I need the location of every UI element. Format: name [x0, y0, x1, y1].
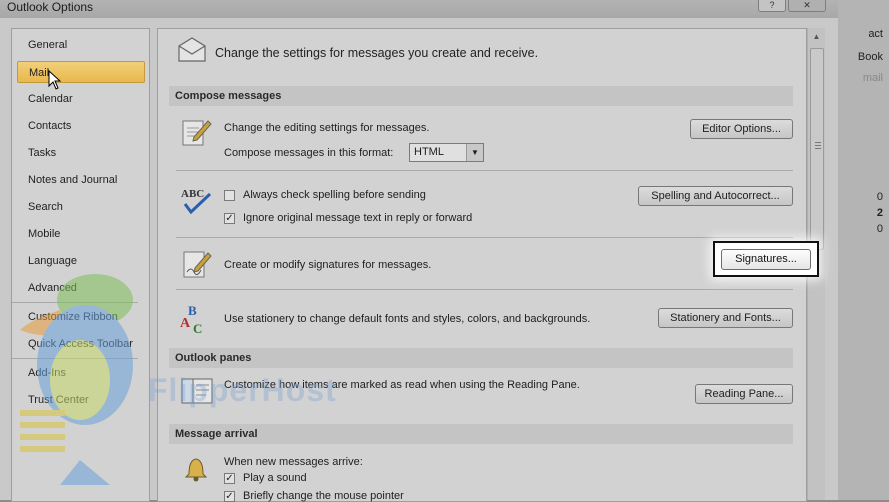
ignore-original-label: Ignore original message text in reply or… [243, 212, 473, 224]
sidebar-divider [12, 302, 138, 303]
reading-pane-button[interactable]: Reading Pane... [695, 384, 793, 404]
section-header-compose: Compose messages [169, 86, 793, 106]
compose-format-value: HTML [414, 146, 444, 158]
spell-check-label: Always check spelling before sending [243, 189, 426, 201]
signatures-button[interactable]: Signatures... [721, 249, 811, 270]
title-bar: Outlook Options ? ✕ [0, 0, 838, 18]
sidebar-item-contacts[interactable]: Contacts [17, 115, 145, 137]
svg-text:C: C [193, 321, 202, 336]
compose-format-label: Compose messages in this format: [224, 147, 394, 159]
scroll-up-icon[interactable]: ▲ [808, 28, 825, 45]
window-title: Outlook Options [7, 0, 94, 14]
sidebar-divider [12, 358, 138, 359]
sidebar-item-notes-and-journal[interactable]: Notes and Journal [17, 169, 145, 191]
signature-icon [183, 251, 212, 278]
svg-text:A: A [180, 316, 191, 331]
sidebar-item-add-ins[interactable]: Add-Ins [17, 362, 145, 384]
background-text: mail [862, 72, 883, 84]
editor-options-button[interactable]: Editor Options... [690, 119, 793, 139]
scrollbar-thumb[interactable] [810, 48, 824, 250]
background-count: 0 [876, 191, 883, 203]
sidebar-item-trust-center[interactable]: Trust Center [17, 389, 145, 411]
sidebar-item-tasks[interactable]: Tasks [17, 142, 145, 164]
background-count: 0 [876, 223, 883, 235]
stationery-text: Use stationery to change default fonts a… [224, 313, 591, 325]
spell-check-checkbox[interactable] [224, 190, 235, 201]
section-header-panes: Outlook panes [169, 348, 793, 368]
sidebar-item-calendar[interactable]: Calendar [17, 88, 145, 110]
background-ribbon-strip: act Book mail 0 2 0 [838, 0, 889, 500]
envelope-icon [178, 37, 206, 62]
sidebar-item-language[interactable]: Language [17, 250, 145, 272]
section-divider [176, 237, 793, 238]
sidebar-item-quick-access-toolbar[interactable]: Quick Access Toolbar [17, 333, 145, 355]
sidebar-item-mail[interactable]: Mail [17, 61, 145, 83]
watermark-logo: FlipperHost [148, 372, 337, 409]
background-text: Book [857, 51, 883, 63]
change-pointer-label: Briefly change the mouse pointer [243, 490, 404, 502]
edit-page-icon [182, 120, 212, 146]
sidebar-item-customize-ribbon[interactable]: Customize Ribbon [17, 306, 145, 328]
sidebar-item-mobile[interactable]: Mobile [17, 223, 145, 245]
grip-line [815, 148, 821, 149]
section-divider [176, 170, 793, 171]
new-messages-text: When new messages arrive: [224, 456, 363, 468]
grip-line [815, 145, 821, 146]
mouse-cursor-icon [48, 70, 62, 90]
ignore-original-checkbox[interactable]: ✓ [224, 213, 235, 224]
grip-line [815, 142, 821, 143]
section-header-arrival: Message arrival [169, 424, 793, 444]
section-divider [176, 289, 793, 290]
sidebar-item-general[interactable]: General [17, 34, 145, 56]
stationery-fonts-button[interactable]: Stationery and Fonts... [658, 308, 793, 328]
sidebar-item-search[interactable]: Search [17, 196, 145, 218]
sidebar-item-advanced[interactable]: Advanced [17, 277, 145, 299]
change-pointer-checkbox[interactable]: ✓ [224, 491, 235, 502]
close-button[interactable]: ✕ [788, 0, 826, 12]
spelling-autocorrect-button[interactable]: Spelling and Autocorrect... [638, 186, 793, 206]
svg-text:ABC: ABC [181, 188, 204, 200]
help-button[interactable]: ? [758, 0, 786, 12]
signature-text: Create or modify signatures for messages… [224, 259, 432, 271]
play-sound-label: Play a sound [243, 472, 307, 484]
compose-format-select[interactable]: HTML ▼ [409, 143, 484, 162]
background-text: act [868, 28, 883, 40]
watermark-text: FlipperHost [148, 372, 337, 408]
stationery-icon: B A C [180, 303, 202, 336]
bell-icon [184, 458, 208, 482]
play-sound-checkbox[interactable]: ✓ [224, 473, 235, 484]
spell-check-icon: ABC [181, 188, 212, 215]
mail-intro-text: Change the settings for messages you cre… [215, 46, 539, 60]
chevron-down-icon[interactable]: ▼ [466, 144, 483, 161]
editing-settings-text: Change the editing settings for messages… [224, 122, 430, 134]
background-count: 2 [876, 207, 883, 219]
